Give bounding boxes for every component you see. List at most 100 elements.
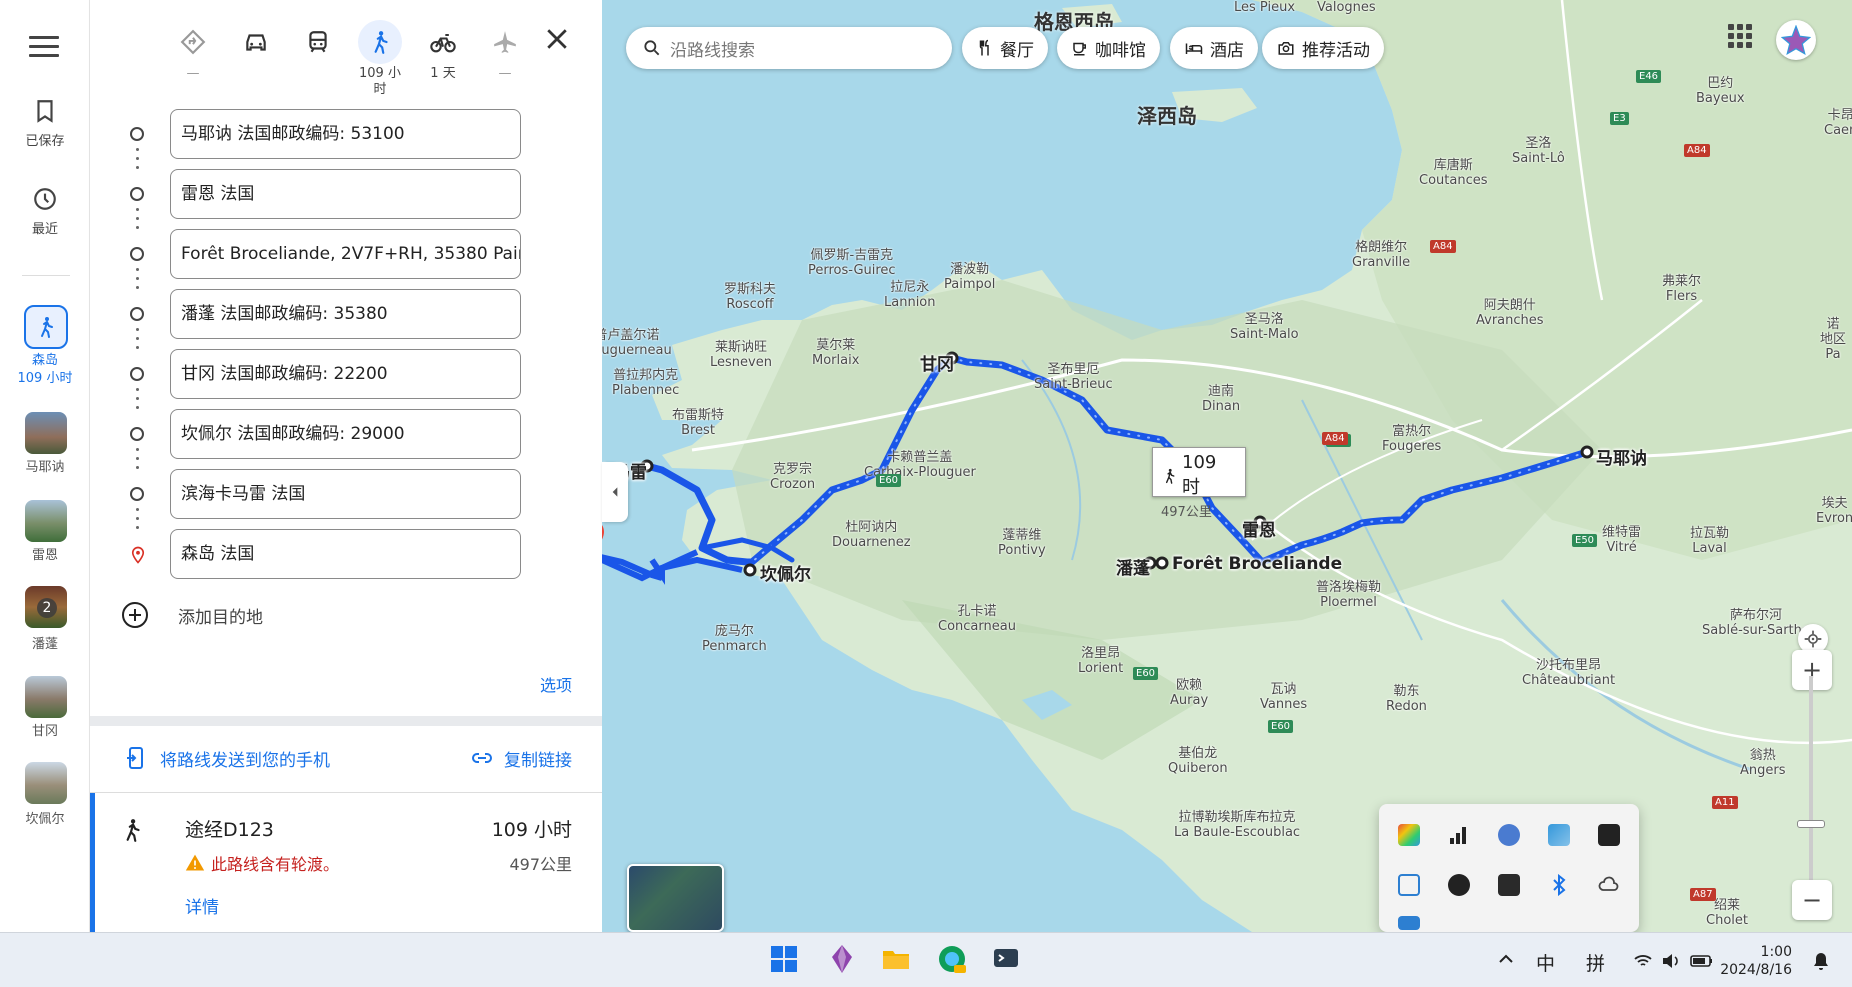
active-trip-button[interactable] — [24, 305, 68, 349]
wifi-icon[interactable] — [1633, 953, 1653, 969]
stop-label-guingamp[interactable]: 甘冈 — [920, 350, 954, 375]
app-crystal-icon[interactable] — [826, 943, 858, 975]
tray-app-icon[interactable] — [1598, 824, 1620, 846]
tray-app-icon[interactable] — [1398, 916, 1420, 930]
search-along-route-input[interactable]: 沿路线搜索 — [626, 27, 952, 69]
mode-transit[interactable] — [293, 20, 343, 64]
google-apps-icon[interactable] — [1728, 24, 1752, 48]
saved-button[interactable]: 已保存 — [0, 98, 90, 149]
recent-button[interactable]: 最近 — [0, 186, 90, 237]
bluetooth-icon[interactable] — [1548, 873, 1570, 897]
zoom-out-button[interactable]: − — [1792, 880, 1832, 920]
waypoint-input-6[interactable]: 坎佩尔 法国邮政编码: 29000 — [170, 409, 521, 459]
chip-label: 咖啡馆 — [1095, 40, 1146, 61]
mode-drive[interactable] — [231, 20, 281, 64]
notification-bell-icon[interactable] — [1812, 951, 1830, 971]
waypoint-input-3[interactable]: Forêt Broceliande, 2V7F+RH, 35380 Paimpo… — [170, 229, 521, 279]
map-label-brest: 布雷斯特 Brest — [672, 408, 725, 438]
send-to-phone-button[interactable]: 将路线发送到您的手机 — [124, 746, 330, 771]
road-shield: A84 — [1322, 432, 1348, 445]
place-thumb-rennes[interactable] — [25, 500, 67, 542]
add-destination-button[interactable]: 添加目的地 — [122, 602, 263, 628]
chevron-up-icon[interactable] — [1498, 953, 1514, 965]
map-label-saint-brieuc: 圣布里厄 Saint-Brieuc — [1034, 362, 1113, 392]
collapse-panel-button[interactable] — [602, 462, 628, 522]
clock-time: 1:00 — [1760, 944, 1792, 960]
active-trip-duration: 109 小时 — [17, 371, 73, 386]
cloud-icon[interactable] — [1598, 874, 1620, 896]
chip-activities[interactable]: 推荐活动 — [1262, 27, 1384, 69]
map-label-region: 诺 地区 Pa — [1820, 317, 1847, 362]
stop-label-mayenne[interactable]: 马耶讷 — [1596, 444, 1647, 469]
stop-label-quimper[interactable]: 坎佩尔 — [760, 560, 811, 585]
chip-restaurants[interactable]: 餐厅 — [962, 27, 1048, 69]
map-canvas[interactable]: 格恩西岛 泽西岛 Les Pieux Valognes 巴约 Bayeux 卡昂… — [602, 0, 1852, 932]
bicycle-icon — [430, 33, 456, 53]
map-label-avranches: 阿夫朗什 Avranches — [1476, 298, 1544, 328]
account-avatar[interactable] — [1776, 20, 1816, 60]
file-explorer-icon[interactable] — [880, 943, 912, 975]
route-option-card[interactable]: 途经D123 109 小时 此路线含有轮渡。 497公里 详情 — [90, 793, 602, 932]
map-label-morlaix: 莫尔莱 Morlaix — [812, 338, 860, 368]
mode-walk[interactable]: 109 小时 — [355, 20, 405, 98]
menu-icon[interactable] — [29, 36, 59, 58]
tray-sync-icon[interactable] — [1398, 874, 1420, 896]
qbittorrent-icon[interactable] — [1498, 824, 1520, 846]
mode-bike[interactable]: 1 天 — [418, 20, 468, 82]
battery-icon[interactable] — [1690, 953, 1714, 969]
terminal-app-icon[interactable] — [990, 943, 1022, 975]
place-label-quimper: 坎佩尔 — [25, 812, 65, 827]
chevron-left-icon — [612, 487, 618, 497]
stop-label-paimpont[interactable]: 潘蓬 — [1116, 554, 1150, 579]
place-thumb-quimper[interactable] — [25, 762, 67, 804]
waypoint-input-7[interactable]: 滨海卡马雷 法国 — [170, 469, 521, 519]
ime-pinyin-indicator[interactable]: 拼 — [1586, 949, 1605, 976]
copy-link-button[interactable]: 复制链接 — [470, 746, 572, 771]
edge-canary-icon[interactable] — [936, 943, 968, 975]
destination-map-pin-icon[interactable] — [602, 520, 604, 554]
mode-flight[interactable]: — — [480, 20, 530, 82]
search-icon — [644, 40, 660, 56]
map-label-vannes: 瓦讷 Vannes — [1260, 682, 1308, 712]
close-icon[interactable] — [542, 24, 572, 54]
road-shield: E46 — [1636, 70, 1662, 83]
zoom-slider-handle[interactable] — [1797, 820, 1825, 828]
route-details-link[interactable]: 详情 — [185, 893, 219, 918]
connector-dots — [136, 268, 139, 295]
saved-label: 已保存 — [25, 134, 65, 149]
tray-app-icon[interactable] — [1448, 874, 1470, 896]
mode-best[interactable]: — — [168, 20, 218, 82]
waypoint-input-1[interactable]: 马耶讷 法国邮政编码: 53100 — [170, 109, 521, 159]
waypoint-input-4[interactable]: 潘蓬 法国邮政编码: 35380 — [170, 289, 521, 339]
add-circle-icon — [122, 602, 148, 628]
tray-app-icon[interactable] — [1548, 824, 1570, 846]
place-label-guingamp: 甘冈 — [31, 724, 58, 739]
chip-hotels[interactable]: 酒店 — [1170, 27, 1258, 69]
place-thumb-guingamp[interactable] — [25, 676, 67, 718]
stop-label-rennes[interactable]: 雷恩 — [1242, 516, 1276, 541]
waypoint-circle-icon — [130, 187, 144, 201]
place-thumb-mayenne[interactable] — [25, 412, 67, 454]
waypoint-input-8[interactable]: 森岛 法国 — [170, 529, 521, 579]
signal-bars-icon[interactable] — [1448, 824, 1470, 846]
waypoint-input-5[interactable]: 甘冈 法国邮政编码: 22200 — [170, 349, 521, 399]
windows-start-icon[interactable] — [768, 943, 800, 975]
map-label-plabennec: 普拉邦内克 Plabennec — [612, 368, 680, 398]
chip-cafes[interactable]: 咖啡馆 — [1057, 27, 1160, 69]
ferry-warning-text: 此路线含有轮渡。 — [211, 855, 340, 874]
route-duration: 109 小时 — [491, 819, 572, 841]
ime-mode-indicator[interactable]: 中 — [1536, 949, 1555, 976]
zoom-slider-track[interactable] — [1809, 676, 1813, 890]
waypoint-input-2[interactable]: 雷恩 法国 — [170, 169, 521, 219]
route-duration-callout[interactable]: 109 时 497公里 — [1152, 447, 1246, 520]
system-clock[interactable]: 1:00 2024/8/16 — [1720, 943, 1792, 979]
waypoint-circle-icon — [130, 487, 144, 501]
nvidia-icon[interactable] — [1498, 874, 1520, 896]
ferry-warning: 此路线含有轮渡。 — [185, 851, 339, 875]
map-layers-button[interactable] — [627, 864, 724, 932]
stop-label-foret-broceliande[interactable]: Forêt Broceliande — [1172, 554, 1342, 574]
tray-app-icon[interactable] — [1398, 824, 1420, 846]
place-thumb-paimpont[interactable]: 2 — [25, 586, 67, 628]
options-link[interactable]: 选项 — [540, 672, 572, 696]
volume-icon[interactable] — [1661, 952, 1681, 970]
